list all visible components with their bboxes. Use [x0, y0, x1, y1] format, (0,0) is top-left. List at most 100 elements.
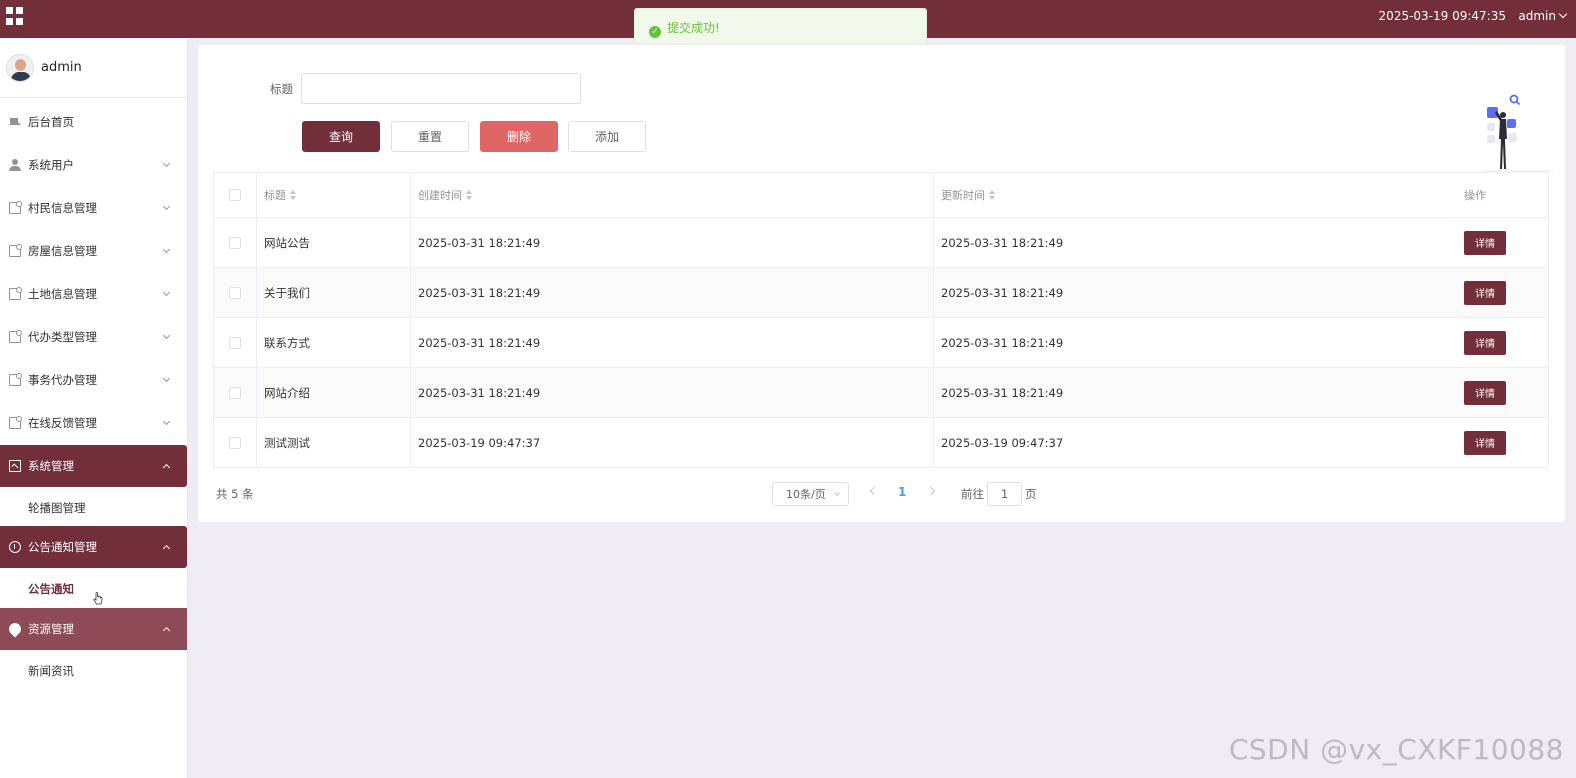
sidebar-item-villager-info[interactable]: 村民信息管理 — [0, 187, 187, 229]
search-illustration-icon — [1483, 94, 1553, 172]
doc-icon — [9, 416, 22, 429]
table-row: 联系方式 2025-03-31 18:21:49 2025-03-31 18:2… — [213, 318, 1549, 368]
doc-icon — [9, 330, 22, 343]
cell-updated: 2025-03-31 18:21:49 — [941, 285, 1064, 300]
sort-icon[interactable] — [989, 190, 995, 200]
pagination-total: 共 5 条 — [216, 487, 254, 501]
sidebar-item-online-feedback[interactable]: 在线反馈管理 — [0, 402, 187, 444]
sidebar-item-label: 代办类型管理 — [28, 330, 97, 344]
page-number-current[interactable]: 1 — [898, 485, 906, 499]
cell-created: 2025-03-31 18:21:49 — [411, 268, 934, 317]
chevron-down-icon — [162, 374, 171, 383]
sidebar-subitem-label: 新闻资讯 — [28, 664, 74, 678]
goto-label: 前往 — [961, 487, 984, 501]
sidebar-item-label: 在线反馈管理 — [28, 416, 97, 430]
title-search-label: 标题 — [270, 82, 293, 96]
sidebar-item-resource-manage[interactable]: 资源管理 — [0, 608, 187, 650]
page-size-select[interactable]: 10条/页 — [772, 482, 849, 506]
add-button[interactable]: 添加 — [568, 121, 646, 152]
cell-action: 详情 — [1459, 368, 1549, 417]
table-row: 网站公告 2025-03-31 18:21:49 2025-03-31 18:2… — [213, 218, 1549, 268]
user-icon — [9, 159, 21, 171]
sidebar-subitem-label: 轮播图管理 — [28, 501, 86, 515]
row-select-cell — [214, 368, 257, 417]
detail-button[interactable]: 详情 — [1464, 380, 1506, 405]
detail-button[interactable]: 详情 — [1464, 330, 1506, 355]
header-title[interactable]: 标题 — [257, 173, 411, 217]
cell-updated: 2025-03-31 18:21:49 — [941, 235, 1064, 250]
sort-icon[interactable] — [290, 190, 296, 200]
info-icon — [9, 541, 21, 553]
sidebar-item-label: 房屋信息管理 — [28, 244, 97, 258]
main-card: 标题 查询 重置 删除 添加 标题 创建时间 更新时间 操作 网站公告 2025… — [198, 45, 1565, 522]
app-grid-icon[interactable] — [6, 7, 24, 25]
user-name: admin — [1518, 9, 1556, 23]
query-button[interactable]: 查询 — [302, 121, 380, 152]
sidebar-item-home[interactable]: 后台首页 — [0, 101, 187, 143]
sidebar-item-system-manage[interactable]: 系统管理 — [0, 445, 187, 487]
row-select-cell — [214, 218, 257, 267]
next-page-icon[interactable] — [926, 486, 936, 496]
profile: admin — [0, 38, 187, 98]
goto-suffix: 页 — [1025, 487, 1037, 501]
table-row: 测试测试 2025-03-19 09:47:37 2025-03-19 09:4… — [213, 418, 1549, 468]
select-all-checkbox[interactable] — [229, 189, 241, 201]
row-select-cell — [214, 268, 257, 317]
cell-created: 2025-03-31 18:21:49 — [411, 318, 934, 367]
sort-icon[interactable] — [466, 190, 472, 200]
cell-title: 网站介绍 — [257, 368, 411, 417]
chevron-up-icon — [162, 463, 171, 472]
cell-action: 详情 — [1459, 268, 1549, 317]
page-size-value: 10条/页 — [786, 488, 826, 501]
sidebar-item-label: 后台首页 — [28, 115, 74, 129]
goto-page-input[interactable] — [987, 482, 1022, 506]
reset-button[interactable]: 重置 — [391, 121, 469, 152]
cell-updated: 2025-03-31 18:21:49 — [941, 385, 1064, 400]
sidebar-item-label: 公告通知管理 — [28, 540, 97, 554]
home-icon — [9, 113, 21, 125]
sidebar-item-label: 村民信息管理 — [28, 201, 97, 215]
sidebar-item-system-users[interactable]: 系统用户 — [0, 144, 187, 186]
header-title-label: 标题 — [264, 189, 286, 202]
chevron-up-icon — [162, 544, 171, 553]
cell-title: 关于我们 — [257, 268, 411, 317]
doc-icon — [9, 244, 22, 257]
doc-icon — [9, 373, 22, 386]
prev-page-icon[interactable] — [869, 486, 879, 496]
header-created[interactable]: 创建时间 — [411, 173, 934, 217]
row-checkbox[interactable] — [229, 236, 241, 249]
header-updated[interactable]: 更新时间 — [934, 173, 1459, 217]
row-checkbox[interactable] — [229, 336, 241, 349]
detail-button[interactable]: 详情 — [1464, 230, 1506, 255]
detail-button[interactable]: 详情 — [1464, 430, 1506, 455]
table-row: 网站介绍 2025-03-31 18:21:49 2025-03-31 18:2… — [213, 368, 1549, 418]
sidebar-item-label: 资源管理 — [28, 622, 74, 636]
check-circle-icon: ✓ — [649, 26, 661, 38]
sidebar-subitem-carousel[interactable]: 轮播图管理 — [0, 488, 187, 528]
doc-icon — [9, 287, 22, 300]
cell-action: 详情 — [1459, 218, 1549, 267]
cell-updated: 2025-03-19 09:47:37 — [941, 435, 1064, 450]
notice-table: 标题 创建时间 更新时间 操作 网站公告 2025-03-31 18:21:49… — [213, 172, 1549, 468]
chevron-down-icon — [162, 288, 171, 297]
table-header-row: 标题 创建时间 更新时间 操作 — [213, 173, 1549, 218]
row-checkbox[interactable] — [229, 386, 241, 399]
sidebar-subitem-news[interactable]: 新闻资讯 — [0, 651, 187, 691]
user-dropdown[interactable]: admin — [1518, 9, 1568, 23]
picture-icon — [9, 460, 21, 472]
sidebar-item-house-info[interactable]: 房屋信息管理 — [0, 230, 187, 272]
detail-button[interactable]: 详情 — [1464, 280, 1506, 305]
doc-icon — [9, 201, 22, 214]
current-datetime: 2025-03-19 09:47:35 — [1378, 9, 1506, 23]
sidebar-item-land-info[interactable]: 土地信息管理 — [0, 273, 187, 315]
sidebar-item-notice-manage[interactable]: 公告通知管理 — [0, 526, 187, 568]
sidebar-item-label: 系统用户 — [28, 158, 74, 172]
title-search-input[interactable] — [301, 73, 581, 104]
sidebar-item-affair-agency[interactable]: 事务代办管理 — [0, 359, 187, 401]
sidebar-item-agency-type[interactable]: 代办类型管理 — [0, 316, 187, 358]
delete-button[interactable]: 删除 — [480, 121, 558, 152]
chevron-down-icon — [162, 202, 171, 211]
row-checkbox[interactable] — [229, 286, 241, 299]
row-checkbox[interactable] — [229, 436, 241, 449]
sidebar: admin 后台首页 系统用户 村民信息管理 房屋信息管理 土地信息管理 代办类… — [0, 38, 188, 778]
